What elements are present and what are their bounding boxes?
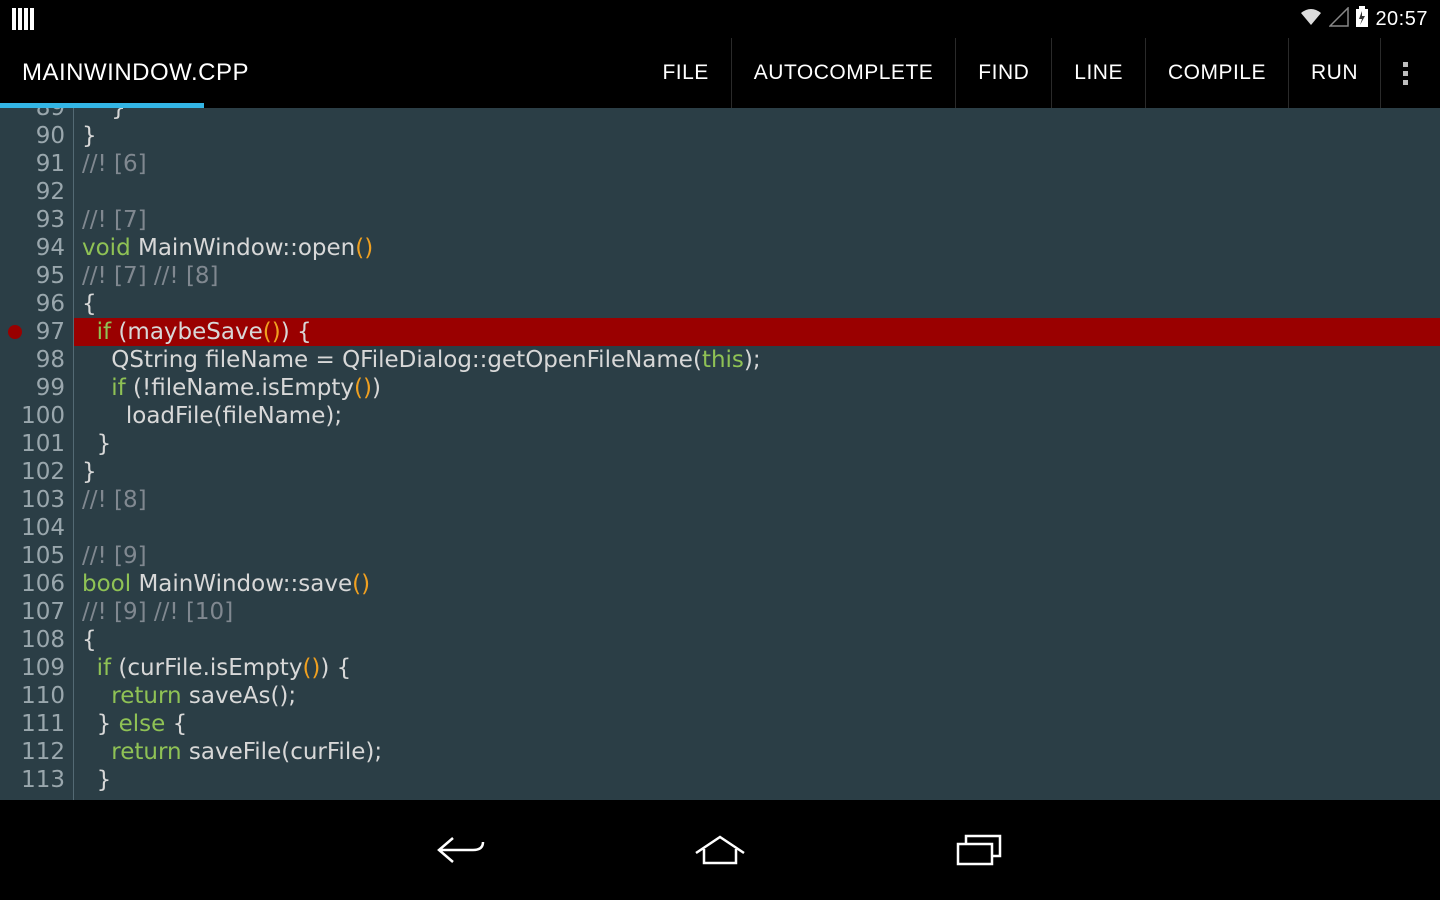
breakpoint-marker[interactable] xyxy=(8,325,22,339)
line-number: 113 xyxy=(0,766,65,794)
code-line[interactable]: if (maybeSave()) { xyxy=(74,318,1440,346)
line-number: 98 xyxy=(0,346,65,374)
code-editor[interactable]: 8990919293949596979899100101102103104105… xyxy=(0,108,1440,800)
line-number: 96 xyxy=(0,290,65,318)
menu-find[interactable]: FIND xyxy=(955,38,1051,108)
cell-signal-icon xyxy=(1329,7,1349,32)
line-number: 99 xyxy=(0,374,65,402)
line-number: 102 xyxy=(0,458,65,486)
code-line[interactable]: return saveAs(); xyxy=(74,682,1440,710)
line-number: 93 xyxy=(0,206,65,234)
menu-items: FILE AUTOCOMPLETE FIND LINE COMPILE RUN xyxy=(640,38,1418,108)
code-line[interactable]: //! [7] xyxy=(74,206,1440,234)
menu-file[interactable]: FILE xyxy=(640,38,730,108)
code-line[interactable]: //! [7] //! [8] xyxy=(74,262,1440,290)
wifi-icon xyxy=(1299,7,1323,32)
line-number: 101 xyxy=(0,430,65,458)
clock: 20:57 xyxy=(1375,8,1428,31)
menu-run[interactable]: RUN xyxy=(1288,38,1380,108)
code-line[interactable]: void MainWindow::open() xyxy=(74,234,1440,262)
code-line[interactable]: //! [9] //! [10] xyxy=(74,598,1440,626)
overflow-icon xyxy=(1403,62,1408,85)
status-bar: 20:57 xyxy=(0,0,1440,38)
code-line[interactable]: //! [8] xyxy=(74,486,1440,514)
line-number: 95 xyxy=(0,262,65,290)
code-line[interactable]: if (!fileName.isEmpty()) xyxy=(74,374,1440,402)
code-line[interactable]: loadFile(fileName); xyxy=(74,402,1440,430)
code-line[interactable]: } xyxy=(74,458,1440,486)
menu-autocomplete[interactable]: AUTOCOMPLETE xyxy=(731,38,955,108)
recents-button[interactable] xyxy=(950,830,1010,870)
line-number: 106 xyxy=(0,570,65,598)
line-number: 103 xyxy=(0,486,65,514)
code-area[interactable]: }}//! [6]//! [7]void MainWindow::open()/… xyxy=(74,108,1440,800)
code-line[interactable]: { xyxy=(74,290,1440,318)
overflow-menu-button[interactable] xyxy=(1380,38,1418,108)
menu-line[interactable]: LINE xyxy=(1051,38,1145,108)
line-number: 109 xyxy=(0,654,65,682)
code-line[interactable]: } xyxy=(74,108,1440,122)
action-bar: MAINWINDOW.CPP FILE AUTOCOMPLETE FIND LI… xyxy=(0,38,1440,108)
line-number: 94 xyxy=(0,234,65,262)
code-line[interactable]: if (curFile.isEmpty()) { xyxy=(74,654,1440,682)
code-line[interactable] xyxy=(74,514,1440,542)
battery-icon xyxy=(1355,6,1369,33)
code-line[interactable]: { xyxy=(74,626,1440,654)
line-number: 100 xyxy=(0,402,65,430)
code-line[interactable]: return saveFile(curFile); xyxy=(74,738,1440,766)
barcode-icon xyxy=(12,8,34,30)
line-number: 91 xyxy=(0,150,65,178)
code-line[interactable]: } else { xyxy=(74,710,1440,738)
status-right: 20:57 xyxy=(1299,6,1428,33)
line-number: 107 xyxy=(0,598,65,626)
line-number: 92 xyxy=(0,178,65,206)
code-line[interactable]: QString fileName = QFileDialog::getOpenF… xyxy=(74,346,1440,374)
code-line[interactable]: bool MainWindow::save() xyxy=(74,570,1440,598)
line-number-gutter: 8990919293949596979899100101102103104105… xyxy=(0,108,74,800)
menu-compile[interactable]: COMPILE xyxy=(1145,38,1288,108)
home-icon xyxy=(692,833,748,867)
home-button[interactable] xyxy=(690,830,750,870)
line-number: 105 xyxy=(0,542,65,570)
code-line[interactable]: //! [9] xyxy=(74,542,1440,570)
line-number: 89 xyxy=(0,108,65,122)
status-left-icons xyxy=(12,8,34,30)
back-icon xyxy=(433,832,487,868)
line-number: 90 xyxy=(0,122,65,150)
line-number: 111 xyxy=(0,710,65,738)
recents-icon xyxy=(954,832,1006,868)
back-button[interactable] xyxy=(430,830,490,870)
code-line[interactable]: } xyxy=(74,122,1440,150)
line-number: 104 xyxy=(0,514,65,542)
code-line[interactable]: //! [6] xyxy=(74,150,1440,178)
android-nav-bar xyxy=(0,800,1440,900)
line-number: 112 xyxy=(0,738,65,766)
line-number: 108 xyxy=(0,626,65,654)
code-line[interactable]: } xyxy=(74,766,1440,794)
code-line[interactable] xyxy=(74,178,1440,206)
code-line[interactable]: } xyxy=(74,430,1440,458)
line-number: 110 xyxy=(0,682,65,710)
file-title: MAINWINDOW.CPP xyxy=(22,59,249,87)
